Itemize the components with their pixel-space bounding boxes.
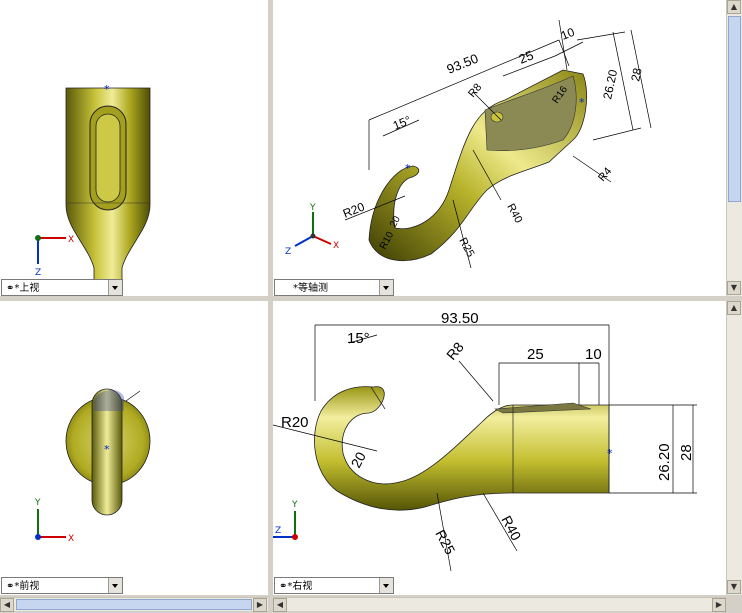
front-view-canvas: * X Y — [34, 388, 151, 544]
svg-text:X: X — [68, 534, 74, 544]
svg-text:Y: Y — [291, 500, 298, 510]
viewport-right[interactable]: 93.50 25 10 26.20 28 15° R8 R20 20 R25 R… — [273, 301, 726, 595]
front-scrollbar[interactable]: ◀ ▶ — [0, 597, 268, 612]
scroll-left-icon[interactable]: ◀ — [273, 598, 287, 612]
viewport-iso[interactable]: 93.50 25 10 26.20 28 15° R8 R20 R25 R40 … — [273, 0, 726, 296]
view-selector-iso[interactable]: *等轴测 — [274, 279, 394, 296]
iso-view-canvas: 93.50 25 10 26.20 28 15° R8 R20 R25 R40 … — [285, 19, 652, 269]
svg-text:20: 20 — [348, 449, 370, 470]
axis-triad-right: Y Z — [273, 500, 298, 540]
svg-text:R40: R40 — [498, 513, 524, 543]
view-selector-front[interactable]: ⚭*前视 — [1, 577, 123, 594]
svg-text:*: * — [104, 83, 110, 96]
view-label-front: *前视 — [14, 581, 40, 592]
svg-text:X: X — [333, 241, 339, 251]
chevron-down-icon[interactable] — [379, 280, 393, 295]
right-scrollbar-v[interactable]: ▲ ▼ — [726, 301, 742, 595]
scroll-down-icon[interactable]: ▼ — [727, 580, 741, 594]
chevron-down-icon[interactable] — [108, 578, 122, 593]
viewport-top[interactable]: * X Z ⚭*上视 — [0, 0, 268, 296]
svg-text:R20: R20 — [341, 199, 367, 220]
chevron-down-icon[interactable] — [379, 578, 393, 593]
axis-triad-front: X Y — [34, 498, 74, 544]
svg-text:R4: R4 — [596, 165, 614, 183]
svg-text:15°: 15° — [347, 330, 370, 347]
svg-text:*: * — [104, 443, 110, 456]
scroll-right-icon[interactable]: ▶ — [253, 598, 267, 612]
scroll-up-icon[interactable]: ▲ — [727, 0, 741, 14]
scroll-thumb[interactable] — [728, 16, 741, 202]
scroll-down-icon[interactable]: ▼ — [727, 281, 741, 295]
svg-text:*: * — [405, 162, 411, 175]
svg-text:Y: Y — [34, 498, 41, 508]
svg-text:10: 10 — [559, 25, 577, 43]
svg-text:Y: Y — [309, 203, 316, 213]
svg-text:25: 25 — [527, 346, 544, 363]
svg-text:*: * — [579, 96, 585, 109]
svg-text:28: 28 — [628, 66, 645, 82]
view-selector-top[interactable]: ⚭*上视 — [1, 279, 123, 296]
scroll-corner — [726, 597, 742, 613]
svg-text:Z: Z — [275, 526, 281, 536]
view-selector-right[interactable]: ⚭*右视 — [274, 577, 394, 594]
view-label-right: *右视 — [287, 581, 313, 592]
right-scrollbar-h[interactable]: ◀ ▶ — [273, 597, 726, 612]
axis-triad-top: X Z — [35, 235, 74, 278]
svg-text:10: 10 — [585, 346, 602, 363]
svg-text:X: X — [68, 235, 74, 245]
svg-text:15°: 15° — [391, 113, 413, 133]
svg-text:25: 25 — [517, 47, 536, 66]
svg-text:93.50: 93.50 — [441, 310, 479, 327]
svg-text:Z: Z — [285, 247, 291, 257]
svg-text:R8: R8 — [466, 81, 484, 99]
view-label-top: *上视 — [14, 283, 40, 294]
svg-text:R40: R40 — [504, 202, 524, 225]
svg-text:93.50: 93.50 — [445, 51, 481, 77]
svg-text:Z: Z — [35, 268, 41, 278]
svg-text:R20: R20 — [281, 414, 309, 431]
svg-text:26.20: 26.20 — [656, 443, 673, 481]
scroll-up-icon[interactable]: ▲ — [727, 301, 741, 315]
axis-triad-iso: Y X Z — [285, 203, 339, 257]
svg-text:R25: R25 — [456, 236, 476, 259]
svg-text:26.20: 26.20 — [600, 68, 620, 101]
svg-text:*: * — [607, 447, 613, 460]
top-view-canvas: * X Z — [35, 83, 151, 296]
view-label-iso: *等轴测 — [293, 283, 328, 294]
scroll-right-icon[interactable]: ▶ — [712, 598, 726, 612]
svg-text:R25: R25 — [432, 527, 458, 557]
scroll-left-icon[interactable]: ◀ — [0, 598, 14, 612]
svg-text:R8: R8 — [443, 339, 467, 363]
iso-scrollbar[interactable]: ▲ ▼ — [726, 0, 742, 296]
right-view-canvas: 93.50 25 10 26.20 28 15° R8 R20 20 R25 R… — [273, 310, 697, 572]
chevron-down-icon[interactable] — [108, 280, 122, 295]
svg-text:28: 28 — [678, 444, 695, 461]
scroll-thumb[interactable] — [16, 599, 252, 610]
viewport-front[interactable]: * X Y ⚭*前视 — [0, 301, 268, 595]
